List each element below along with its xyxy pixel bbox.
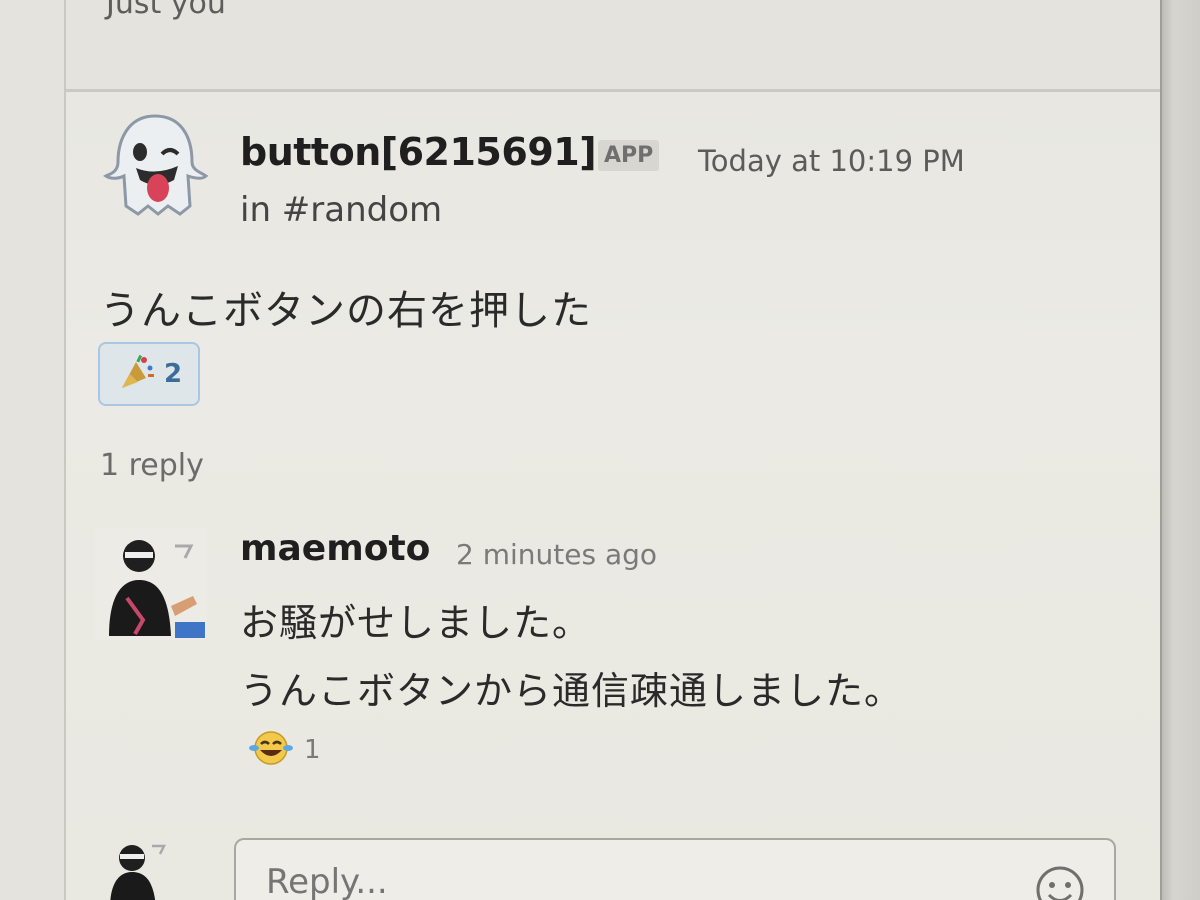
thread-panel: Just you button[6215691] APP Today at 10… — [0, 0, 1165, 900]
channel-link[interactable]: in #random — [240, 190, 442, 230]
reaction-pill[interactable]: 2 — [98, 342, 200, 406]
visibility-note: Just you — [106, 0, 226, 21]
party-popper-icon — [116, 352, 156, 396]
message-timestamp[interactable]: Today at 10:19 PM — [698, 144, 965, 178]
reply-text-line: お騒がせしました。 — [240, 601, 592, 645]
avatar[interactable] — [95, 528, 207, 640]
app-badge: APP — [598, 140, 660, 171]
reply-composer[interactable] — [234, 838, 1116, 900]
previous-message-section: Just you — [66, 0, 1160, 92]
reaction-pill[interactable]: 1 — [248, 728, 321, 772]
ghost-emoji-icon[interactable] — [100, 110, 210, 220]
reply-input[interactable] — [266, 862, 966, 900]
reaction-count: 1 — [304, 735, 321, 765]
message-text: うんこボタンの右を押した — [100, 288, 592, 334]
reply-count: 1 reply — [100, 448, 204, 483]
joy-emoji-icon — [248, 728, 294, 772]
reply-author[interactable]: maemoto — [240, 528, 430, 569]
reply-text-line: うんこボタンから通信疎通しました。 — [240, 669, 904, 713]
message-author[interactable]: button[6215691] — [240, 130, 597, 174]
monitor-bezel — [1160, 0, 1200, 900]
reply-timestamp[interactable]: 2 minutes ago — [456, 538, 657, 571]
reaction-count: 2 — [163, 359, 183, 389]
avatar — [100, 838, 170, 900]
left-strip — [0, 0, 66, 900]
emoji-picker-icon[interactable] — [1032, 862, 1088, 900]
